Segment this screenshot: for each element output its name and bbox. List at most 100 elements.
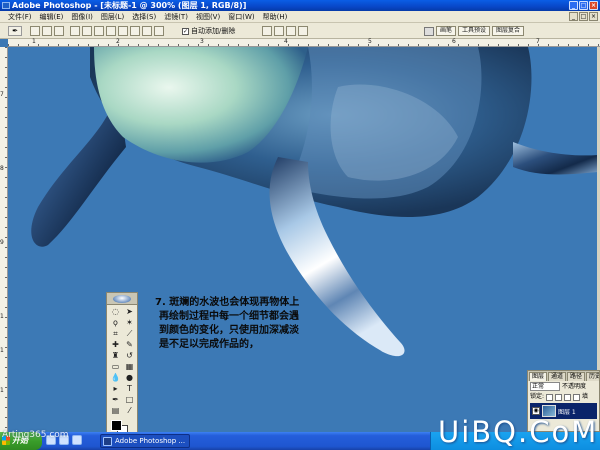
blur-tool-icon[interactable]: 💧 — [109, 373, 122, 383]
foreground-color-swatch[interactable] — [111, 420, 122, 431]
slice-tool-icon[interactable]: ⟋ — [123, 329, 136, 339]
tab-channels[interactable]: 通道 — [548, 372, 567, 381]
menu-select[interactable]: 选择(S) — [128, 11, 160, 22]
menu-window[interactable]: 窗口(W) — [224, 11, 258, 22]
task-button-label: Adobe Photoshop ... — [115, 437, 186, 445]
photoshop-app-icon — [2, 2, 10, 9]
lock-all-checkbox[interactable] — [573, 393, 581, 401]
document-canvas[interactable] — [8, 47, 598, 432]
title-bar[interactable]: Adobe Photoshop - [未标题-1 @ 300% (图层 1, R… — [0, 0, 600, 11]
caption-line: 是不足以完成作品的， — [159, 339, 259, 350]
tab-layers[interactable]: 图层 — [529, 372, 548, 381]
tutorial-caption: 7. 斑斓的水波也会体现再物体上 再绘制过程中每一个细节都会遇 到颜色的变化，只… — [155, 296, 385, 352]
palette-tab-brushes[interactable]: 画笔 — [436, 26, 457, 36]
doc-close-button[interactable]: × — [589, 12, 598, 21]
magic-wand-tool-icon[interactable]: ✶ — [123, 318, 136, 328]
menu-help[interactable]: 帮助(H) — [259, 11, 292, 22]
rounded-rectangle-icon[interactable] — [106, 26, 116, 36]
palette-tab-tool-presets[interactable]: 工具预设 — [458, 26, 491, 36]
dodge-tool-icon[interactable]: ● — [123, 373, 136, 383]
ruler-horizontal[interactable]: 1 2 3 4 5 6 7 — [8, 38, 600, 47]
auto-add-delete-checkbox[interactable]: ✓ — [182, 27, 189, 35]
menu-edit[interactable]: 编辑(E) — [36, 11, 68, 22]
shape-tool-icon[interactable]: □ — [123, 395, 136, 405]
crop-tool-icon[interactable]: ⌗ — [109, 329, 122, 339]
doc-minimize-button[interactable]: _ — [569, 12, 578, 21]
auto-add-delete-option[interactable]: ✓ 自动添加/删除 — [182, 26, 252, 36]
healing-brush-tool-icon[interactable]: ✚ — [109, 340, 122, 350]
quick-launch-media-icon[interactable] — [72, 435, 82, 445]
type-tool-icon[interactable]: T — [123, 384, 136, 394]
ruler-label: 6 — [452, 38, 456, 45]
caption-line: 7. 斑斓的水波也会体现再物体上 — [155, 297, 300, 308]
gradient-tool-icon[interactable]: ▦ — [123, 362, 136, 372]
tab-history[interactable]: 历史记录 — [586, 372, 599, 381]
taskbar-photoshop-button[interactable]: Adobe Photoshop ... — [100, 434, 190, 448]
ruler-label: 5 — [368, 38, 372, 45]
minimize-button[interactable]: _ — [569, 1, 578, 10]
palette-well-icon — [424, 26, 434, 36]
caption-line: 到颜色的变化，只使用加深减淡 — [159, 325, 299, 336]
caption-line: 再绘制过程中每一个细节都会遇 — [159, 311, 299, 322]
menu-view[interactable]: 视图(V) — [192, 11, 224, 22]
fill-label: 填 — [582, 393, 589, 400]
close-button[interactable]: × — [589, 1, 598, 10]
maximize-button[interactable]: □ — [579, 1, 588, 10]
pen-tool-icon[interactable]: ✒ — [109, 395, 122, 405]
paths-button[interactable] — [42, 26, 52, 36]
lasso-tool-icon[interactable]: ϙ — [109, 318, 122, 328]
ellipse-icon[interactable] — [118, 26, 128, 36]
opacity-label: 不透明度 — [562, 382, 587, 390]
shape-layers-button[interactable] — [30, 26, 40, 36]
marquee-tool-icon[interactable]: ◌ — [109, 307, 122, 317]
move-tool-icon[interactable]: ➤ — [123, 307, 136, 317]
layers-palette-tabs: 图层 通道 路径 历史记录 — [528, 371, 599, 381]
rectangle-icon[interactable] — [94, 26, 104, 36]
lock-position-checkbox[interactable] — [564, 393, 572, 401]
pen-icon[interactable] — [70, 26, 80, 36]
path-exclude-icon[interactable] — [298, 26, 308, 36]
ruler-label: 1 — [32, 38, 36, 45]
eyedropper-tool-icon[interactable]: ⁄ — [123, 406, 136, 416]
photoshop-feather-icon — [113, 294, 131, 303]
dolphin-illustration — [31, 47, 598, 357]
clone-stamp-tool-icon[interactable]: ♜ — [109, 351, 122, 361]
toolbox: ◌ ➤ ϙ ✶ ⌗ ⟋ ✚ ✎ ♜ ↺ ▭ ▦ 💧 ● ▸ T ✒ □ ▤ ⁄ — [106, 292, 138, 437]
window-title: Adobe Photoshop - [未标题-1 @ 300% (图层 1, R… — [12, 1, 247, 10]
doc-restore-button[interactable]: □ — [579, 12, 588, 21]
palette-tab-layer-comps[interactable]: 图层复合 — [492, 26, 525, 36]
options-bar: ✒ ✓ 自动添加/删除 画笔 工具预设 图层复合 — [0, 23, 600, 39]
toolbox-header[interactable] — [107, 293, 137, 305]
lock-transparency-checkbox[interactable] — [546, 393, 554, 401]
eye-icon[interactable]: ◉ — [532, 407, 540, 415]
freeform-pen-icon[interactable] — [82, 26, 92, 36]
brush-tool-icon[interactable]: ✎ — [123, 340, 136, 350]
fill-pixels-button[interactable] — [54, 26, 64, 36]
ruler-label: 7 — [536, 38, 540, 45]
ruler-label: 4 — [284, 38, 288, 45]
path-subtract-icon[interactable] — [274, 26, 284, 36]
eraser-tool-icon[interactable]: ▭ — [109, 362, 122, 372]
blend-mode-select[interactable]: 正常 — [530, 382, 560, 391]
path-add-icon[interactable] — [262, 26, 272, 36]
pen-tool-preset-picker[interactable]: ✒ — [8, 26, 22, 36]
ruler-label: 2 — [116, 38, 120, 45]
lock-pixels-checkbox[interactable] — [555, 393, 563, 401]
menu-file[interactable]: 文件(F) — [4, 11, 36, 22]
photoshop-window: Adobe Photoshop - [未标题-1 @ 300% (图层 1, R… — [0, 0, 600, 450]
menu-image[interactable]: 图像(I) — [67, 11, 97, 22]
menu-filter[interactable]: 滤镜(T) — [160, 11, 192, 22]
history-brush-tool-icon[interactable]: ↺ — [123, 351, 136, 361]
ruler-label: 1 — [0, 347, 4, 354]
path-selection-tool-icon[interactable]: ▸ — [109, 384, 122, 394]
custom-shape-icon[interactable] — [154, 26, 164, 36]
document-controls: _ □ × — [569, 12, 598, 21]
line-icon[interactable] — [142, 26, 152, 36]
notes-tool-icon[interactable]: ▤ — [109, 406, 122, 416]
window-controls: _ □ × — [569, 1, 598, 10]
path-intersect-icon[interactable] — [286, 26, 296, 36]
ruler-vertical[interactable]: 7 8 9 1 1 1 — [0, 47, 8, 432]
polygon-icon[interactable] — [130, 26, 140, 36]
menu-layer[interactable]: 图层(L) — [97, 11, 128, 22]
tab-paths[interactable]: 路径 — [567, 372, 586, 381]
